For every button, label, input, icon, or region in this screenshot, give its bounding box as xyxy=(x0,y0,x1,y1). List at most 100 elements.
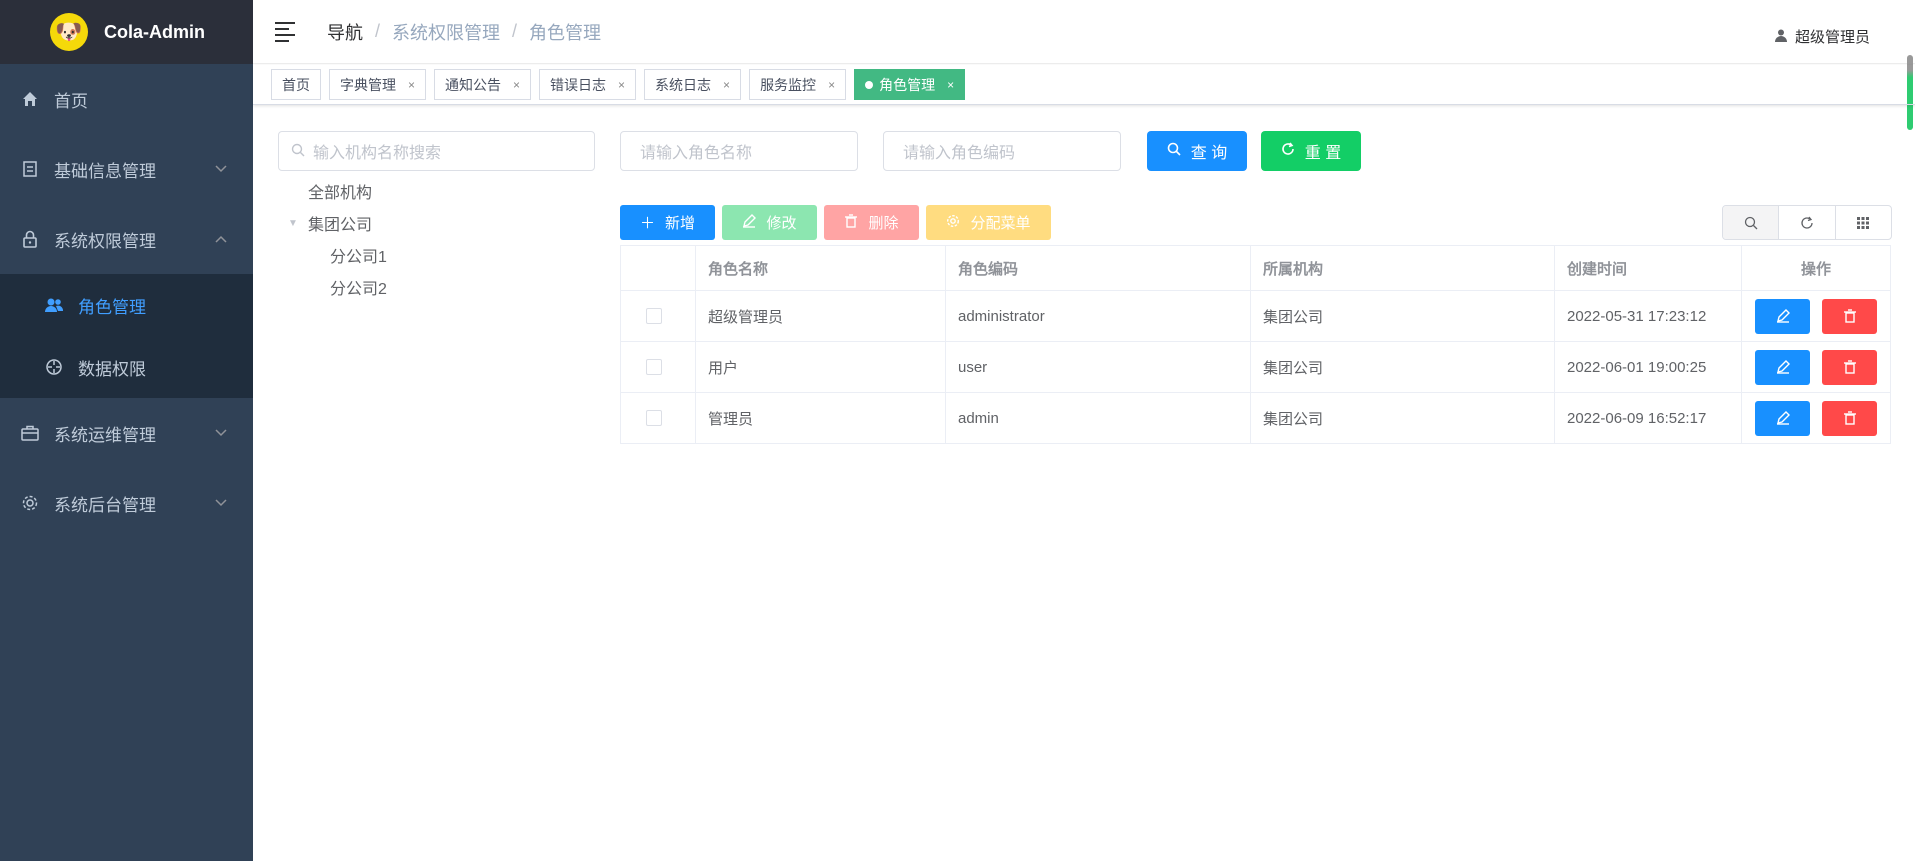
tag-label: 通知公告 xyxy=(445,76,502,93)
file-icon xyxy=(20,159,40,179)
table-header-row: 角色名称 角色编码 所属机构 创建时间 操作 xyxy=(620,245,1891,291)
sidebar-item-basic-info[interactable]: 基础信息管理 xyxy=(0,134,253,204)
sidebar-item-home[interactable]: 首页 xyxy=(0,64,253,134)
caret-down-icon[interactable]: ▼ xyxy=(288,218,300,229)
tree-node-label: 集团公司 xyxy=(308,217,373,234)
add-button[interactable]: ＋ 新增 xyxy=(620,205,715,240)
trash-icon xyxy=(1843,360,1856,374)
role-name-cell: 超级管理员 xyxy=(695,290,946,342)
breadcrumb-item[interactable]: 导航 xyxy=(327,19,363,45)
user-menu[interactable]: 超级管理员 xyxy=(1774,26,1870,47)
chevron-down-icon xyxy=(215,426,227,440)
tree-node[interactable]: 全部机构 xyxy=(278,175,387,207)
row-edit-button[interactable] xyxy=(1755,349,1810,385)
org-search-placeholder: 输入机构名称搜索 xyxy=(313,145,442,162)
role-name-input[interactable]: 请输入角色名称 xyxy=(620,131,858,171)
row-checkbox-cell xyxy=(620,392,696,444)
edit-button[interactable]: 修改 xyxy=(722,205,817,240)
sidebar-item-label: 首页 xyxy=(54,91,88,111)
tag-monitor[interactable]: 服务监控 × xyxy=(749,69,847,100)
grid-icon xyxy=(1857,216,1870,229)
tag-role-management[interactable]: 角色管理 × xyxy=(854,69,966,100)
role-code-cell: admin xyxy=(945,392,1251,444)
lock-icon xyxy=(20,229,40,249)
reset-button[interactable]: 重 置 xyxy=(1261,131,1361,171)
add-button-label: 新增 xyxy=(665,215,696,232)
tag-notice[interactable]: 通知公告 × xyxy=(434,69,532,100)
actions-cell xyxy=(1741,392,1891,444)
close-icon[interactable]: × xyxy=(828,78,835,92)
row-checkbox[interactable] xyxy=(646,359,662,375)
gear-icon xyxy=(20,493,40,513)
row-delete-button[interactable] xyxy=(1822,400,1877,436)
tag-label: 首页 xyxy=(282,76,310,93)
tag-error-log[interactable]: 错误日志 × xyxy=(539,69,637,100)
close-icon[interactable]: × xyxy=(947,78,954,92)
close-icon[interactable]: × xyxy=(513,78,520,92)
row-checkbox-cell xyxy=(620,341,696,393)
tag-sys-log[interactable]: 系统日志 × xyxy=(644,69,742,100)
select-all-cell[interactable] xyxy=(620,245,696,291)
sidebar-item-ops[interactable]: 系统运维管理 xyxy=(0,398,253,468)
hamburger-menu-icon[interactable] xyxy=(275,21,297,42)
close-icon[interactable]: × xyxy=(723,78,730,92)
refresh-button[interactable] xyxy=(1778,206,1834,239)
sidebar-item-data-permission[interactable]: 数据权限 xyxy=(0,336,253,398)
sidebar-item-label: 基础信息管理 xyxy=(54,161,156,181)
column-header: 角色编码 xyxy=(945,245,1251,291)
role-code-cell: user xyxy=(945,341,1251,393)
breadcrumb-separator: / xyxy=(512,21,518,41)
role-name-cell: 用户 xyxy=(695,341,946,393)
trash-icon xyxy=(1843,411,1856,425)
row-checkbox[interactable] xyxy=(646,410,662,426)
query-button[interactable]: 查 询 xyxy=(1147,131,1247,171)
sidebar-item-label: 系统后台管理 xyxy=(54,495,156,515)
row-delete-button[interactable] xyxy=(1822,349,1877,385)
trash-icon xyxy=(844,213,858,232)
role-code-input[interactable]: 请输入角色编码 xyxy=(883,131,1121,171)
tag-home[interactable]: 首页 xyxy=(271,69,321,100)
tag-label: 错误日志 xyxy=(550,76,607,93)
sidebar-item-permissions[interactable]: 系统权限管理 xyxy=(0,204,253,274)
tree-node[interactable]: 分公司2 xyxy=(278,271,387,303)
edit-button-label: 修改 xyxy=(766,215,797,232)
column-header: 创建时间 xyxy=(1554,245,1742,291)
table-row: 管理员 admin 集团公司 2022-06-09 16:52:17 xyxy=(620,392,1891,444)
navbar: 导航 / 系统权限管理 / 角色管理 超级管理员 xyxy=(253,0,1915,64)
tag-label: 字典管理 xyxy=(340,76,396,93)
crosshair-icon xyxy=(44,357,64,377)
reset-button-label: 重 置 xyxy=(1304,145,1342,162)
sidebar-item-label: 数据权限 xyxy=(78,359,146,379)
org-search-input[interactable]: 输入机构名称搜索 xyxy=(278,131,595,171)
chevron-up-icon xyxy=(215,232,227,246)
trash-icon xyxy=(1843,309,1856,323)
tag-label: 服务监控 xyxy=(760,76,817,93)
assign-menu-button[interactable]: 分配菜单 xyxy=(926,205,1051,240)
role-code-cell: administrator xyxy=(945,290,1251,342)
delete-button[interactable]: 删除 xyxy=(824,205,919,240)
sidebar-item-backend[interactable]: 系统后台管理 xyxy=(0,468,253,538)
row-checkbox[interactable] xyxy=(646,308,662,324)
tree-node[interactable]: 分公司1 xyxy=(278,239,387,271)
columns-button[interactable] xyxy=(1834,206,1891,239)
row-edit-button[interactable] xyxy=(1755,298,1810,334)
tree-node-label: 分公司1 xyxy=(330,249,387,266)
role-code-placeholder: 请输入角色编码 xyxy=(903,145,1016,162)
org-cell: 集团公司 xyxy=(1250,341,1555,393)
sidebar-item-role-management[interactable]: 角色管理 xyxy=(0,274,253,336)
chevron-down-icon xyxy=(215,162,227,176)
tree-node[interactable]: ▼ 集团公司 xyxy=(278,207,387,239)
org-cell: 集团公司 xyxy=(1250,392,1555,444)
column-header: 操作 xyxy=(1741,245,1891,291)
row-edit-button[interactable] xyxy=(1755,400,1810,436)
tag-dict[interactable]: 字典管理 × xyxy=(329,69,427,100)
search-icon xyxy=(1744,216,1758,229)
row-delete-button[interactable] xyxy=(1822,298,1877,334)
org-cell: 集团公司 xyxy=(1250,290,1555,342)
close-icon[interactable]: × xyxy=(408,78,415,92)
toggle-search-button[interactable] xyxy=(1723,206,1779,239)
refresh-icon xyxy=(1801,216,1813,229)
actions-cell xyxy=(1741,290,1891,342)
close-icon[interactable]: × xyxy=(618,78,625,92)
logo-area[interactable]: 🐶 Cola-Admin xyxy=(0,0,253,64)
